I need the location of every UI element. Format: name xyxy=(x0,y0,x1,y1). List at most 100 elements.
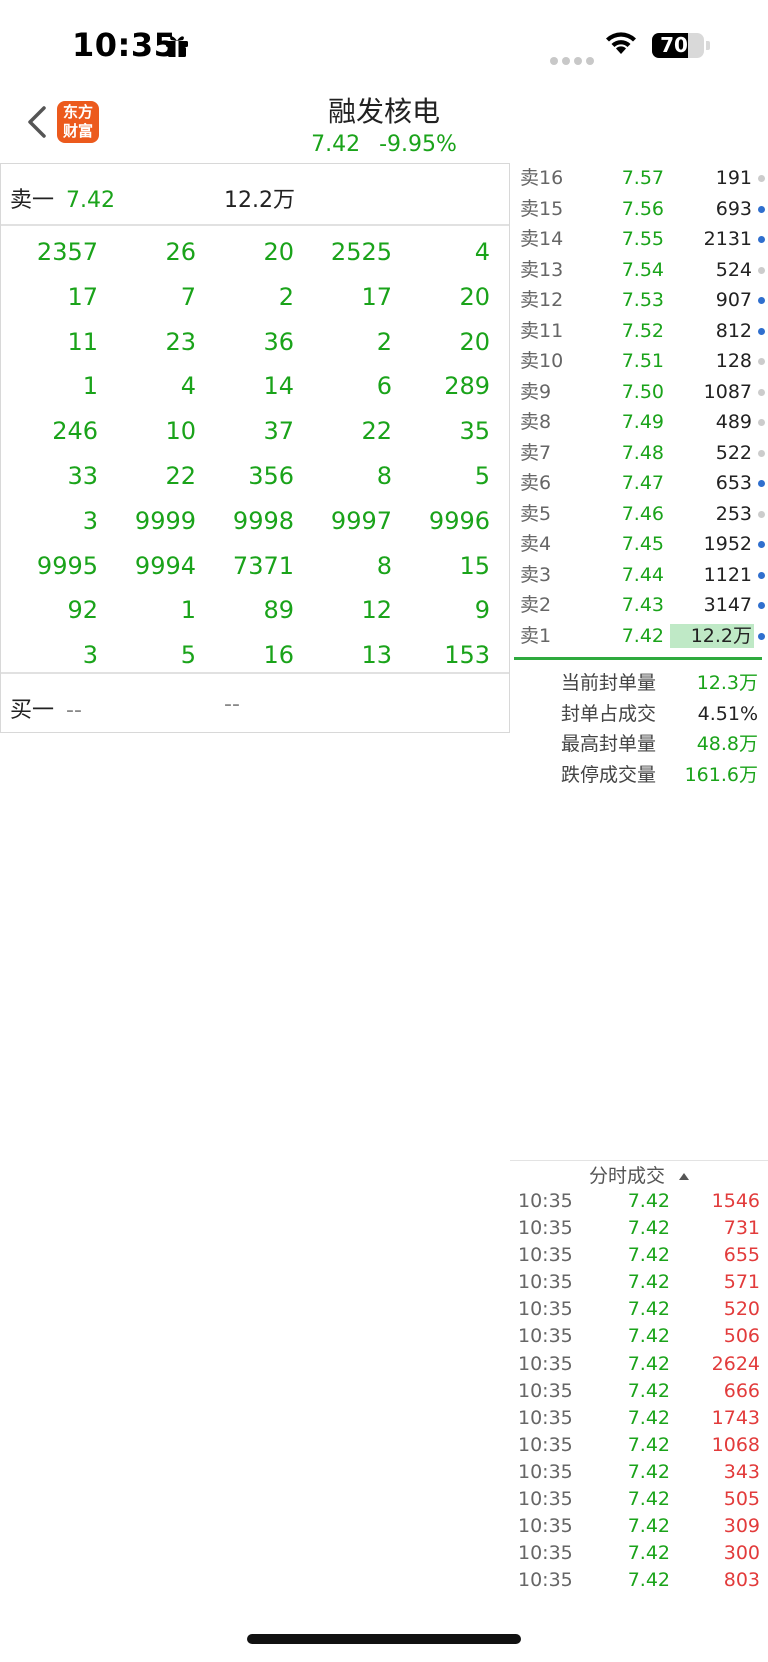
ask-volume: 693 xyxy=(715,197,752,220)
ask-price: 7.54 xyxy=(621,258,664,281)
ask-row[interactable]: 卖15 7.56 693 xyxy=(512,194,768,225)
ask-row[interactable]: 卖14 7.55 2131 xyxy=(512,224,768,255)
trade-row[interactable]: 10:35 7.42 1068 xyxy=(512,1432,768,1459)
ask-volume: 253 xyxy=(715,502,752,525)
buy1-row: 买一 -- xyxy=(10,692,82,724)
queue-cell: 9998 xyxy=(232,506,294,535)
ask-price: 7.48 xyxy=(621,441,664,464)
trade-volume: 505 xyxy=(723,1488,760,1511)
trade-volume: 1743 xyxy=(711,1406,760,1429)
stat-value: 48.8万 xyxy=(696,733,758,755)
trade-row[interactable]: 10:35 7.42 309 xyxy=(512,1513,768,1540)
ask-volume: 907 xyxy=(715,289,752,311)
ask-price: 7.53 xyxy=(621,289,664,311)
trade-time: 10:35 xyxy=(518,1433,573,1456)
trade-row[interactable]: 10:35 7.42 666 xyxy=(512,1378,768,1405)
trade-row[interactable]: 10:35 7.42 571 xyxy=(512,1269,768,1296)
queue-cell: 1 xyxy=(82,372,98,401)
queue-row: 3 9999 9998 9997 9996 xyxy=(0,499,510,544)
trade-time: 10:35 xyxy=(518,1325,573,1348)
queue-cell: 17 xyxy=(67,282,98,311)
ask-row[interactable]: 卖7 7.48 522 xyxy=(512,438,768,469)
ask-row[interactable]: 卖1 7.42 12.2万 xyxy=(512,621,768,652)
ask-row[interactable]: 卖9 7.50 1087 xyxy=(512,377,768,408)
trade-row[interactable]: 10:35 7.42 731 xyxy=(512,1215,768,1242)
trade-time: 10:35 xyxy=(518,1515,573,1538)
stat-label: 最高封单量 xyxy=(560,733,656,755)
ask-volume: 1087 xyxy=(703,380,752,403)
trade-row[interactable]: 10:35 7.42 343 xyxy=(512,1459,768,1486)
ask-row[interactable]: 卖13 7.54 524 xyxy=(512,255,768,286)
ask-row[interactable]: 卖6 7.47 653 xyxy=(512,468,768,499)
ask-row[interactable]: 卖3 7.44 1121 xyxy=(512,560,768,591)
queue-cell: 26 xyxy=(165,238,196,266)
ask-level-label: 卖3 xyxy=(520,563,552,586)
ask-row[interactable]: 卖10 7.51 128 xyxy=(512,346,768,377)
queue-cell: 289 xyxy=(444,372,490,401)
queue-cell: 2 xyxy=(278,282,294,311)
stat-label: 当前封单量 xyxy=(560,672,656,694)
ask-level-label: 卖5 xyxy=(520,502,552,525)
ask-level-label: 卖12 xyxy=(520,289,564,311)
buy1-volume: -- xyxy=(224,692,240,717)
trade-price: 7.42 xyxy=(627,1515,670,1538)
trade-row[interactable]: 10:35 7.42 2624 xyxy=(512,1351,768,1378)
trade-price: 7.42 xyxy=(627,1488,670,1511)
trade-price: 7.42 xyxy=(627,1217,670,1240)
ask-volume: 3147 xyxy=(703,594,752,616)
ask-volume: 128 xyxy=(715,350,752,372)
sell1-price: 7.42 xyxy=(66,188,115,213)
trade-row[interactable]: 10:35 7.42 1546 xyxy=(512,1188,768,1215)
page-title: 融发核电 xyxy=(327,95,440,128)
trade-row[interactable]: 10:35 7.42 1743 xyxy=(512,1405,768,1432)
queue-cell: 10 xyxy=(165,417,196,446)
ask-row[interactable]: 卖4 7.45 1952 xyxy=(512,529,768,560)
sort-up-icon xyxy=(679,1173,689,1180)
ask-dot-icon xyxy=(758,175,765,182)
trade-row[interactable]: 10:35 7.42 520 xyxy=(512,1296,768,1323)
trade-volume: 1546 xyxy=(711,1190,760,1212)
queue-cell: 12 xyxy=(361,596,392,625)
status-time: 10:35 xyxy=(72,26,177,64)
trade-price: 7.42 xyxy=(627,1433,670,1456)
home-indicator[interactable] xyxy=(247,1634,521,1644)
stat-label: 跌停成交量 xyxy=(560,763,656,786)
queue-cell: 14 xyxy=(263,372,294,401)
ask-price: 7.52 xyxy=(621,319,664,342)
queue-cell: 7 xyxy=(180,282,196,311)
queue-cell: 5 xyxy=(474,461,490,490)
stat-value: 161.6万 xyxy=(684,763,758,786)
trade-time: 10:35 xyxy=(518,1406,573,1429)
queue-row: 92 1 89 12 9 xyxy=(0,588,510,633)
trade-row[interactable]: 10:35 7.42 655 xyxy=(512,1242,768,1269)
trade-row[interactable]: 10:35 7.42 300 xyxy=(512,1540,768,1567)
queue-cell: 9995 xyxy=(36,551,98,580)
trade-volume: 666 xyxy=(723,1379,760,1402)
queue-cell: 3 xyxy=(82,506,98,535)
trade-volume: 2624 xyxy=(711,1352,760,1375)
trade-volume: 520 xyxy=(723,1298,760,1321)
ask-price: 7.44 xyxy=(621,563,664,586)
ask-price: 7.55 xyxy=(621,228,664,250)
trades-header[interactable]: 分时成交 xyxy=(510,1160,768,1189)
ask-row[interactable]: 卖11 7.52 812 xyxy=(512,316,768,347)
trade-row[interactable]: 10:35 7.42 505 xyxy=(512,1486,768,1513)
ask-row[interactable]: 卖2 7.43 3147 xyxy=(512,590,768,621)
trade-price: 7.42 xyxy=(627,1569,670,1592)
sell1-label: 卖一 xyxy=(10,188,55,213)
stat-row: 最高封单量 48.8万 xyxy=(512,729,762,759)
trade-row[interactable]: 10:35 7.42 506 xyxy=(512,1323,768,1350)
ask-row[interactable]: 卖8 7.49 489 xyxy=(512,407,768,438)
trade-time: 10:35 xyxy=(518,1298,573,1321)
ask-volume: 191 xyxy=(715,167,752,189)
ask-row[interactable]: 卖16 7.57 191 xyxy=(512,163,768,194)
queue-cell: 36 xyxy=(263,327,294,356)
ask-row[interactable]: 卖5 7.46 253 xyxy=(512,499,768,530)
queue-cell: 356 xyxy=(248,461,294,490)
queue-cell: 92 xyxy=(67,596,98,625)
ask-row[interactable]: 卖12 7.53 907 xyxy=(512,285,768,316)
queue-cell: 89 xyxy=(263,596,294,625)
trade-price: 7.42 xyxy=(627,1460,670,1483)
trade-row[interactable]: 10:35 7.42 803 xyxy=(512,1567,768,1594)
queue-cell: 1 xyxy=(180,596,196,625)
